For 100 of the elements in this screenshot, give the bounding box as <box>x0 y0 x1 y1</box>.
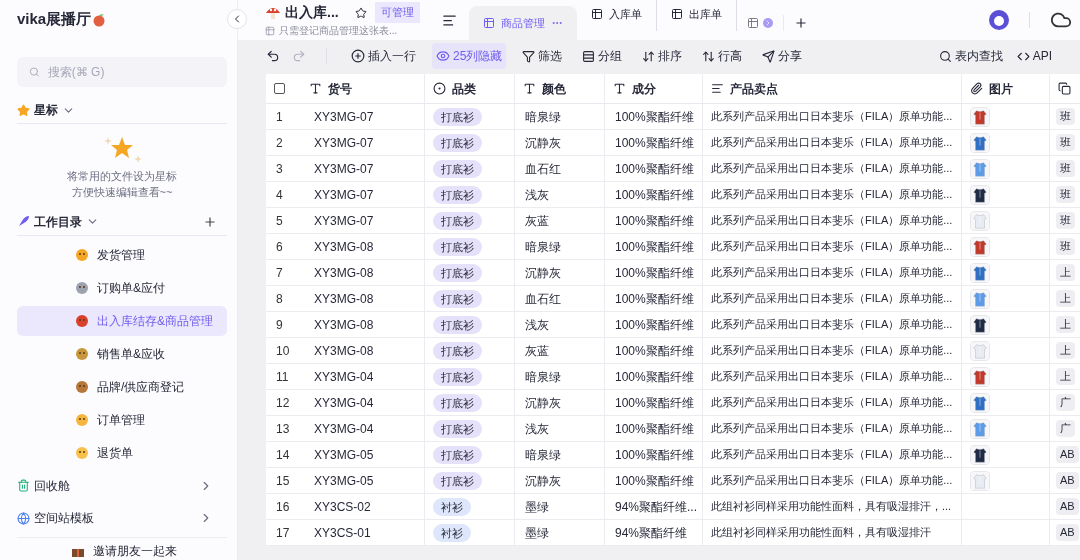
toolbar-button[interactable]: 分享 <box>758 43 807 69</box>
category-tag: 打底衫 <box>433 133 482 152</box>
view-tab[interactable]: 入库单 <box>576 0 657 31</box>
table-cell-text: XY3MG-08 <box>313 264 374 282</box>
table-cell-text: 94%聚酯纤维... <box>615 498 698 516</box>
folder-item[interactable]: 品牌/供应商登记 <box>17 372 227 403</box>
table-cell-text: 此系列产品采用出口日本斐乐（FILA）原单功能... <box>711 317 953 333</box>
add-tab-icon[interactable] <box>793 16 808 30</box>
column-header[interactable]: 成分 <box>605 74 703 103</box>
table-cell-text: 沉静灰 <box>525 264 561 282</box>
planet-icon <box>17 511 30 525</box>
row-number: 8 <box>275 290 284 308</box>
add-icon[interactable] <box>203 214 217 229</box>
table-cell-text: XY3MG-07 <box>313 134 374 152</box>
category-tag: 打底衫 <box>433 263 482 282</box>
row-number: 9 <box>275 316 284 334</box>
toolbar-button[interactable]: 筛选 <box>518 43 567 69</box>
filter-icon <box>522 49 536 63</box>
workspace-title: vika展播厅 <box>17 9 92 30</box>
toolbar-button[interactable]: 插入一行 <box>347 43 420 69</box>
table-cell-text: 100%聚酯纤维 <box>615 212 694 230</box>
table-cell-text: 此系列产品采用出口日本斐乐（FILA）原单功能... <box>711 369 953 385</box>
avatar[interactable] <box>989 10 1009 30</box>
select-all-checkbox[interactable] <box>274 83 285 94</box>
column-header[interactable]: 品类 <box>425 74 515 103</box>
linked-record-tag: AB <box>1056 472 1079 489</box>
column-header[interactable]: 货号 <box>266 74 425 103</box>
invite-link[interactable]: 邀请朋友一起来 <box>93 542 177 560</box>
table-cell-text: 100%聚酯纤维 <box>615 290 694 308</box>
toolbar-button[interactable]: 分组 <box>578 43 627 69</box>
scroll-tabs-button[interactable] <box>762 18 773 28</box>
table-cell-text: 灰蓝 <box>525 212 549 230</box>
eye-icon <box>436 49 450 63</box>
row-number: 2 <box>275 134 284 152</box>
linked-record-tag: 班 <box>1056 134 1075 151</box>
folder-item[interactable]: 退货单 <box>17 438 227 469</box>
category-tag: 打底衫 <box>433 289 482 308</box>
folder-item[interactable]: 销售单&应收 <box>17 339 227 370</box>
table-cell-text: 100%聚酯纤维 <box>615 420 694 438</box>
undo-icon[interactable] <box>266 49 280 63</box>
linked-record-tag: 班 <box>1056 108 1075 125</box>
table-cell-text: 100%聚酯纤维 <box>615 446 694 464</box>
menu-icon[interactable] <box>441 13 457 28</box>
folder-item[interactable]: 出入库结存&商品管理 <box>17 306 227 337</box>
category-tag: 打底衫 <box>433 159 482 178</box>
toolbar-button[interactable]: 行高 <box>698 43 747 69</box>
category-tag: 打底衫 <box>433 445 482 464</box>
grid-view-icon <box>670 8 683 20</box>
row-number: 5 <box>275 212 284 230</box>
table-cell-text: 浅灰 <box>525 186 549 204</box>
table-cell-text: 浅灰 <box>525 420 549 438</box>
search-input[interactable]: 搜索(⌘ G) <box>47 63 215 82</box>
category-tag: 打底衫 <box>433 185 482 204</box>
toolbar-button[interactable]: 表内查找 <box>938 47 1003 65</box>
star-icon[interactable] <box>354 6 367 19</box>
text-field-icon <box>613 82 626 95</box>
table-cell-text: 100%聚酯纤维 <box>615 316 694 334</box>
table-cell-text: 此系列产品采用出口日本斐乐（FILA）原单功能... <box>711 135 953 151</box>
sidebar-link[interactable]: 回收舱 <box>17 471 227 501</box>
view-tab[interactable]: 商品管理 <box>468 6 577 40</box>
sheet-title: 出入库... <box>285 3 339 22</box>
category-tag: 打底衫 <box>433 211 482 230</box>
folder-item[interactable]: 订购单&应付 <box>17 273 227 304</box>
view-tab[interactable]: 出库单 <box>656 0 737 31</box>
table-cell-text: 100%聚酯纤维 <box>615 368 694 386</box>
column-header[interactable]: 图片 <box>962 74 1050 103</box>
table-cell-text: XY3MG-08 <box>313 342 374 360</box>
empty-hint: 方便快速编辑查看~~ <box>71 185 173 201</box>
table-cell-text: 此系列产品采用出口日本斐乐（FILA）原单功能... <box>711 161 953 177</box>
table-cell-text: 此组衬衫同样采用功能性面料，具有吸湿排汗 <box>711 525 931 541</box>
text-field-icon <box>309 82 322 95</box>
toolbar-button[interactable]: API <box>1016 47 1052 65</box>
row-number: 7 <box>275 264 284 282</box>
table-cell-text: 此系列产品采用出口日本斐乐（FILA）原单功能... <box>711 265 953 281</box>
sheet-description: 只需登记商品管理这张表... <box>279 24 398 38</box>
long-text-icon <box>711 82 724 95</box>
sidebar-link[interactable]: 空间站模板 <box>17 503 227 533</box>
category-tag: 打底衫 <box>433 315 482 334</box>
table-cell-text: 血石红 <box>525 160 561 178</box>
category-tag: 打底衫 <box>433 367 482 386</box>
table-cell-text: 浅灰 <box>525 316 549 334</box>
row-height-icon <box>702 49 716 63</box>
column-header[interactable]: 产品卖点 <box>703 74 962 103</box>
toolbar-button[interactable]: 25列隐藏 <box>432 43 507 69</box>
table-cell-text: 暗泉绿 <box>525 446 561 464</box>
table-cell-text: 100%聚酯纤维 <box>615 108 694 126</box>
row-number: 16 <box>275 498 291 516</box>
search-field[interactable]: 搜索(⌘ G) <box>17 57 227 87</box>
table-cell-text: XY3MG-05 <box>313 472 374 490</box>
section-title: 星标 <box>34 102 58 120</box>
table-cell-text: XY3MG-07 <box>313 160 374 178</box>
collapse-button[interactable] <box>227 9 247 29</box>
column-header[interactable]: 颜色 <box>515 74 605 103</box>
toolbar-button[interactable]: 排序 <box>638 43 687 69</box>
table-cell-text: XY3MG-07 <box>313 212 374 230</box>
linked-record-tag: 上 <box>1056 290 1075 307</box>
category-tag: 衬衫 <box>433 523 471 542</box>
folder-item[interactable]: 订单管理 <box>17 405 227 436</box>
folder-item[interactable]: 发货管理 <box>17 240 227 271</box>
table-cell-text: 此系列产品采用出口日本斐乐（FILA）原单功能... <box>711 447 953 463</box>
